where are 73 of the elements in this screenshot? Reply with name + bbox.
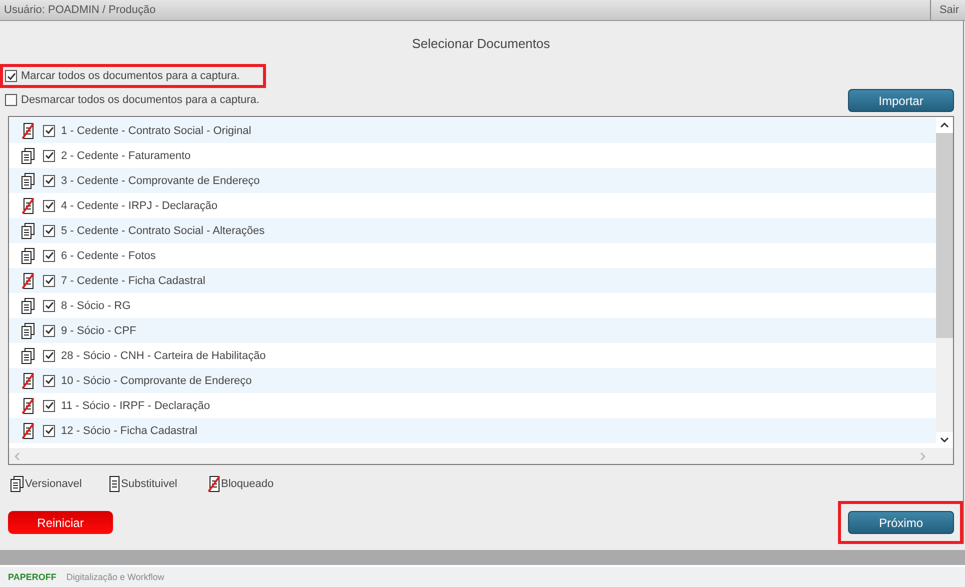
document-stack-icon (21, 148, 35, 164)
user-label: Usuário: POADMIN / Produção (3, 4, 156, 16)
checkbox[interactable] (43, 350, 55, 362)
document-row[interactable]: 6 - Cedente - Fotos (9, 243, 936, 268)
checkbox[interactable] (43, 324, 55, 336)
scroll-down-icon[interactable] (940, 437, 949, 443)
document-stack-icon (21, 348, 35, 364)
checkbox[interactable] (43, 174, 55, 186)
checkbox[interactable] (43, 400, 55, 412)
document-row[interactable]: 7 - Cedente - Ficha Cadastral (9, 268, 936, 293)
document-label: 7 - Cedente - Ficha Cadastral (61, 274, 206, 286)
checkbox[interactable] (5, 70, 17, 82)
document-label: 8 - Sócio - RG (61, 300, 131, 312)
document-stack-icon (21, 222, 35, 238)
document-label: 4 - Cedente - IRPJ - Declaração (61, 200, 218, 212)
checkbox[interactable] (43, 124, 55, 136)
document-label: 12 - Sócio - Ficha Cadastral (61, 424, 198, 436)
document-stack-icon (21, 248, 35, 264)
document-stack-icon (21, 298, 35, 314)
blocked-document-icon (22, 398, 34, 414)
document-label: 5 - Cedente - Contrato Social - Alterações (61, 224, 265, 236)
document-row[interactable]: 5 - Cedente - Contrato Social - Alterações (9, 218, 936, 243)
blocked-document-icon (22, 272, 34, 288)
document-row[interactable]: 12 - Sócio - Ficha Cadastral (9, 418, 936, 443)
checkbox[interactable] (43, 224, 55, 236)
document-row[interactable]: 9 - Sócio - CPF (9, 318, 936, 343)
logo: PAPEROFF (8, 572, 56, 582)
checkbox[interactable] (43, 274, 55, 286)
document-label: 28 - Sócio - CNH - Carteira de Habilitação (61, 350, 266, 362)
document-label: 2 - Cedente - Faturamento (61, 150, 191, 162)
document-stack-icon (10, 476, 24, 492)
document-label: 1 - Cedente - Contrato Social - Original (61, 124, 252, 136)
blocked-document-icon (22, 122, 34, 138)
document-row[interactable]: 8 - Sócio - RG (9, 293, 936, 318)
tagline: Digitalização e Workflow (66, 572, 164, 582)
document-label: 6 - Cedente - Fotos (61, 250, 156, 262)
scroll-up-icon[interactable] (940, 122, 949, 128)
document-row[interactable]: 28 - Sócio - CNH - Carteira de Habilitação (9, 343, 936, 368)
checkbox[interactable] (43, 250, 55, 262)
document-row[interactable]: 4 - Cedente - IRPJ - Declaração (9, 193, 936, 218)
legend-label: Bloqueado (221, 478, 274, 490)
blocked-document-icon (22, 372, 34, 388)
document-label: 3 - Cedente - Comprovante de Endereço (61, 174, 260, 186)
document-row[interactable]: 2 - Cedente - Faturamento (9, 143, 936, 168)
document-label: 10 - Sócio - Comprovante de Endereço (61, 374, 252, 386)
restart-button[interactable]: Reiniciar (8, 511, 113, 534)
blocked-document-icon (208, 476, 220, 492)
page-title: Selecionar Documentos (410, 35, 552, 53)
checkbox[interactable] (43, 300, 55, 312)
import-button[interactable]: Importar (848, 89, 954, 112)
document-label: 9 - Sócio - CPF (61, 324, 136, 336)
legend-label: Substituivel (121, 478, 178, 490)
document-icon (109, 476, 120, 492)
checkbox[interactable] (5, 94, 17, 106)
next-button[interactable]: Próximo (848, 511, 954, 534)
legend-label: Versionavel (25, 478, 82, 490)
checkbox-label: Desmarcar todos os documentos para a captura. (21, 94, 260, 106)
document-row[interactable]: 3 - Cedente - Comprovante de Endereço (9, 168, 936, 193)
scrollbar-thumb[interactable] (936, 133, 953, 338)
blocked-document-icon (22, 422, 34, 438)
checkbox[interactable] (43, 200, 55, 212)
document-stack-icon (21, 322, 35, 338)
checkbox[interactable] (43, 424, 55, 436)
checkbox[interactable] (43, 374, 55, 386)
logout-button[interactable]: Sair (930, 0, 965, 20)
document-row[interactable]: 11 - Sócio - IRPF - Declaração (9, 393, 936, 418)
document-row[interactable]: 1 - Cedente - Contrato Social - Original (9, 118, 936, 143)
document-label: 11 - Sócio - IRPF - Declaração (61, 400, 210, 412)
checkbox[interactable] (43, 150, 55, 162)
blocked-document-icon (22, 198, 34, 214)
document-row[interactable]: 10 - Sócio - Comprovante de Endereço (9, 368, 936, 393)
document-stack-icon (21, 172, 35, 188)
checkbox-label: Marcar todos os documentos para a captura. (21, 70, 240, 82)
